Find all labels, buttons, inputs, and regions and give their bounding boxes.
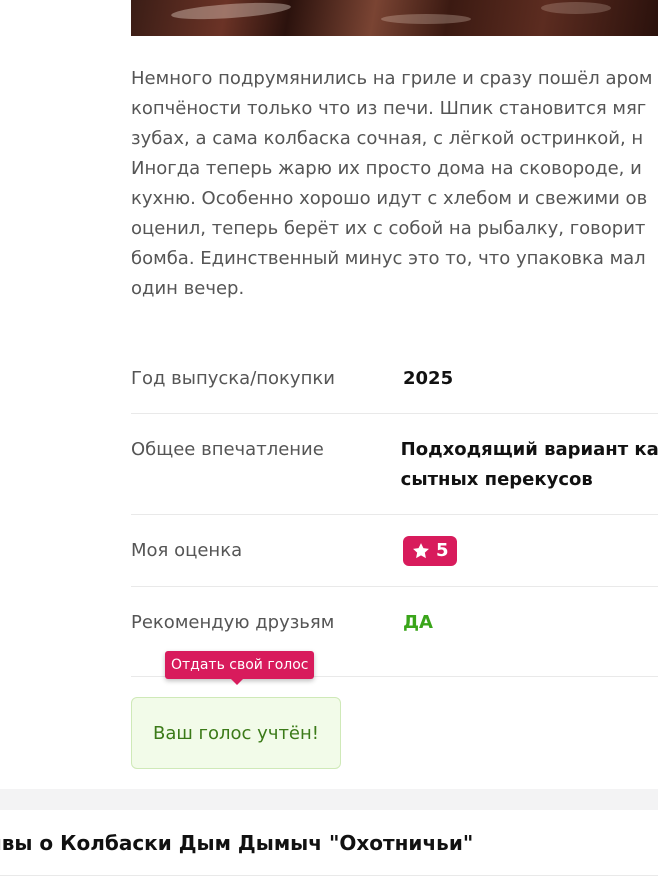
review-line: Иногда теперь жарю их просто дома на ско…	[131, 158, 642, 179]
review-line: Немного подрумянились на гриле и сразу п…	[131, 68, 653, 89]
review-text: Немного подрумянились на гриле и сразу п…	[131, 64, 658, 304]
section-rule	[0, 875, 658, 876]
spec-row-year: Год выпуска/покупки 2025	[131, 343, 658, 414]
spec-row-impression: Общее впечатление Подходящий вариант как…	[131, 414, 658, 515]
review-line: кухню. Особенно хорошо идут с хлебом и с…	[131, 188, 648, 209]
review-line: копчёности только что из печи. Шпик стан…	[131, 98, 647, 119]
section-divider	[0, 789, 658, 810]
impression-line: Подходящий вариант как	[400, 439, 658, 460]
spec-value-rating: 5	[403, 536, 457, 586]
review-line: оценил, теперь берёт их с собой на рыбал…	[131, 218, 646, 239]
product-photo[interactable]	[131, 0, 658, 36]
spec-label: Общее впечатление	[131, 439, 324, 460]
spec-label: Год выпуска/покупки	[131, 368, 335, 389]
review-line: один вечер.	[131, 278, 245, 299]
impression-line: сытных перекусов	[400, 469, 593, 490]
review-line: зубах, а сама колбаска сочная, с лёгкой …	[131, 128, 644, 149]
spec-label: Моя оценка	[131, 540, 243, 561]
review-line: бомба. Единственный минус это то, что уп…	[131, 248, 646, 269]
vote-confirmation-text: Ваш голос учтён!	[152, 722, 319, 744]
rating-value: 5	[436, 540, 449, 561]
reviews-section-title: зывы о Колбаски Дым Дымыч "Охотничьи"	[0, 831, 474, 855]
spec-value-impression: Подходящий вариант как сытных перекусов	[401, 435, 658, 514]
recommend-value: ДА	[403, 612, 433, 633]
vote-confirmation-button[interactable]: Ваш голос учтён!	[131, 697, 341, 769]
spec-row-rating: Моя оценка 5	[131, 515, 658, 587]
vote-tooltip: Отдать свой голос	[165, 651, 315, 685]
rating-badge: 5	[403, 536, 457, 566]
star-icon	[413, 543, 429, 559]
spec-value-year: 2025	[403, 368, 454, 389]
review-specs-table: Год выпуска/покупки 2025 Общее впечатлен…	[131, 343, 658, 677]
